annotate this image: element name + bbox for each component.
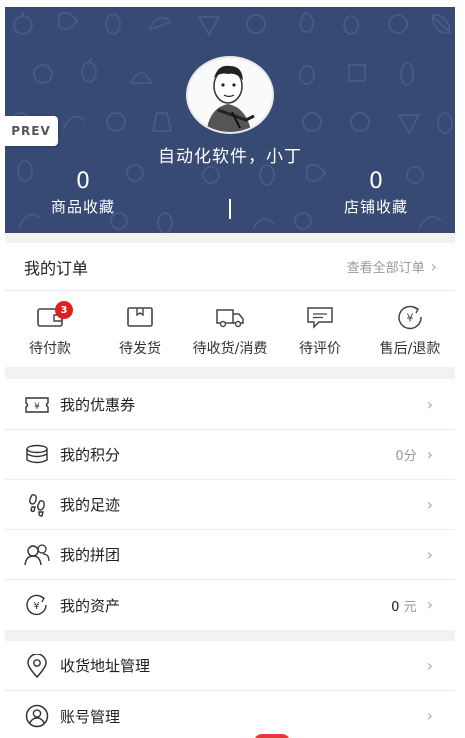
view-all-orders-label: 查看全部订单 (346, 261, 425, 276)
product-favorites-stat[interactable]: 0 商品收藏 (23, 169, 143, 217)
avatar-portrait-icon (188, 58, 272, 132)
order-status-label: 待收货/消费 (192, 341, 268, 357)
svg-text:¥: ¥ (34, 402, 40, 412)
menu-item-points[interactable]: 我的积分 0分 › (5, 430, 455, 480)
order-after-sales[interactable]: ¥ 售后/退款 (365, 292, 455, 364)
product-favorites-label: 商品收藏 (50, 198, 115, 216)
points-value: 0分 (395, 449, 417, 464)
menu-item-label: 收货地址管理 (60, 657, 151, 675)
footprint-icon (24, 492, 50, 518)
profile-header: 自动化软件，小丁 0 商品收藏 0 店铺收藏 PREV (5, 7, 455, 233)
menu-item-assets[interactable]: ¥ 我的资产 0 元 › (5, 580, 455, 630)
menu-item-label: 我的足迹 (60, 496, 121, 514)
view-all-orders-link[interactable]: 查看全部订单 › (347, 257, 437, 276)
menu-item-footprint[interactable]: 我的足迹 › (5, 480, 455, 530)
pending-payment-badge: 3 (55, 301, 73, 319)
bottom-red-indicator (254, 734, 290, 738)
menu-item-address[interactable]: 收货地址管理 › (5, 641, 455, 691)
menu-list-primary: ¥ 我的优惠券 › 我的积分 0分 › 我的足迹 › 我的拼团 › ¥ 我的资产… (5, 380, 455, 630)
order-pending-payment[interactable]: 3 待付款 (5, 292, 95, 364)
assets-amount: 0 (391, 599, 400, 615)
chevron-right-icon: › (426, 444, 433, 464)
chevron-right-icon: › (426, 544, 433, 564)
section-gap (5, 233, 455, 243)
stats-divider (229, 199, 231, 219)
section-gap (5, 630, 455, 641)
account-icon (24, 703, 50, 729)
comment-icon (307, 307, 333, 329)
chevron-right-icon: › (426, 706, 433, 725)
product-favorites-count: 0 (76, 169, 90, 194)
section-gap (5, 367, 455, 379)
assets-unit: 元 (403, 599, 417, 615)
menu-item-account[interactable]: 账号管理 › (5, 691, 455, 738)
refund-icon: ¥ (398, 305, 422, 330)
chevron-right-icon: › (426, 595, 433, 614)
truck-icon (216, 309, 244, 328)
orders-title: 我的订单 (24, 258, 89, 278)
order-pending-shipment[interactable]: 待发货 (95, 292, 185, 364)
menu-item-label: 我的拼团 (60, 546, 121, 564)
prev-button[interactable]: PREV (5, 116, 58, 146)
svg-text:¥: ¥ (407, 312, 414, 325)
assets-icon: ¥ (24, 592, 50, 618)
menu-item-label: 我的优惠券 (60, 396, 136, 414)
menu-item-label: 我的积分 (60, 446, 121, 464)
shop-favorites-label: 店铺收藏 (343, 198, 408, 216)
points-icon (24, 442, 50, 468)
orders-header: 我的订单 查看全部订单 › (5, 243, 455, 291)
shop-favorites-count: 0 (369, 169, 383, 194)
menu-list-secondary: 收货地址管理 › 账号管理 › (5, 641, 455, 738)
package-icon (127, 307, 153, 327)
location-icon (24, 653, 50, 679)
chevron-right-icon: › (426, 494, 433, 514)
order-status-label: 待发货 (119, 341, 161, 357)
app-frame: 自动化软件，小丁 0 商品收藏 0 店铺收藏 PREV 我的订单 查看全部订单 … (5, 7, 455, 738)
chevron-right-icon: › (426, 394, 433, 414)
coupon-icon: ¥ (24, 392, 50, 418)
order-pending-review[interactable]: 待评价 (275, 292, 365, 364)
menu-item-group-buy[interactable]: 我的拼团 › (5, 530, 455, 580)
order-status-label: 待付款 (29, 341, 71, 357)
username: 自动化软件，小丁 (158, 147, 302, 167)
chevron-right-icon: › (426, 655, 433, 675)
shop-favorites-stat[interactable]: 0 店铺收藏 (316, 169, 436, 217)
order-status-label: 待评价 (299, 341, 341, 357)
svg-text:¥: ¥ (33, 601, 39, 612)
menu-item-coupons[interactable]: ¥ 我的优惠券 › (5, 380, 455, 430)
chevron-right-icon: › (430, 256, 437, 276)
order-pending-receipt[interactable]: 待收货/消费 (185, 292, 275, 364)
user-avatar[interactable] (186, 56, 274, 134)
order-status-label: 售后/退款 (379, 341, 441, 357)
menu-item-label: 账号管理 (60, 707, 121, 726)
group-icon (24, 542, 50, 568)
assets-value: 0 元 (391, 596, 416, 615)
menu-item-label: 我的资产 (60, 596, 121, 615)
order-status-bar: 3 待付款 待发货 待收货/消费 待评价 ¥ 售后/退款 (5, 292, 455, 364)
